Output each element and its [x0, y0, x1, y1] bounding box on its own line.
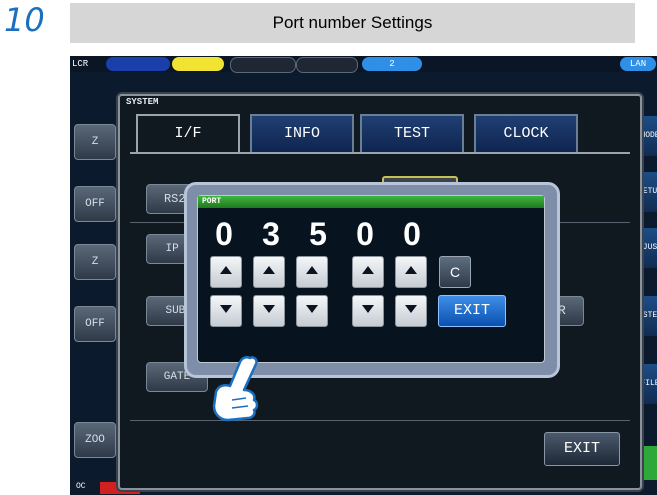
port-digit-3: 5 — [309, 216, 327, 252]
digit-2-up-button[interactable] — [253, 256, 285, 288]
bg-zoom-button: ZOO — [74, 422, 116, 458]
topbar-number: 2 — [362, 57, 422, 71]
status-pill — [106, 57, 170, 71]
port-dialog: PORT 0 3 5 0 0 C EXIT — [197, 195, 545, 363]
port-dialog-title-bar: PORT — [198, 196, 544, 208]
digit-3-down-button[interactable] — [296, 295, 328, 327]
arrow-up-icon — [220, 266, 232, 274]
bg-off-button: OFF — [74, 306, 116, 342]
arrow-down-icon — [220, 305, 232, 313]
digit-2-down-button[interactable] — [253, 295, 285, 327]
bg-z-button: Z — [74, 124, 116, 160]
arrow-up-icon — [362, 266, 374, 274]
arrow-down-icon — [306, 305, 318, 313]
digit-4-down-button[interactable] — [352, 295, 384, 327]
port-digit-2: 3 — [262, 216, 280, 252]
bg-z-button: Z — [74, 244, 116, 280]
tab-info[interactable]: INFO — [250, 114, 354, 152]
lan-indicator: LAN — [620, 57, 656, 71]
arrow-down-icon — [405, 305, 417, 313]
instrument-screen: LCR 2 LAN Z OFF Z OFF ZOO MODE SETUP DJU… — [70, 56, 657, 495]
arrow-up-icon — [306, 266, 318, 274]
tab-divider — [130, 152, 630, 154]
digit-3-up-button[interactable] — [296, 256, 328, 288]
step-title: Port number Settings — [272, 13, 433, 32]
mode-label: LCR — [72, 57, 102, 71]
status-pill — [230, 57, 296, 73]
step-title-bar: Port number Settings — [70, 3, 635, 43]
bg-off-button: OFF — [74, 186, 116, 222]
pointing-hand-icon — [210, 355, 270, 431]
arrow-down-icon — [362, 305, 374, 313]
step-number: 10 — [4, 1, 45, 39]
system-dialog-title: SYSTEM — [126, 97, 159, 107]
status-pill — [296, 57, 358, 73]
digit-5-down-button[interactable] — [395, 295, 427, 327]
arrow-up-icon — [405, 266, 417, 274]
status-pill-yellow — [172, 57, 224, 71]
port-exit-button[interactable]: EXIT — [438, 295, 506, 327]
port-dialog-frame: PORT 0 3 5 0 0 C EXIT — [184, 182, 560, 378]
digit-5-up-button[interactable] — [395, 256, 427, 288]
tab-clock[interactable]: CLOCK — [474, 114, 578, 152]
port-digit-5: 0 — [403, 216, 421, 252]
digit-4-up-button[interactable] — [352, 256, 384, 288]
port-dialog-title: PORT — [202, 197, 222, 206]
system-exit-button[interactable]: EXIT — [544, 432, 620, 466]
top-status-bar: LCR 2 LAN — [70, 56, 657, 73]
arrow-up-icon — [263, 266, 275, 274]
clear-button[interactable]: C — [439, 256, 471, 288]
divider — [130, 420, 630, 421]
port-digit-4: 0 — [356, 216, 374, 252]
arrow-down-icon — [263, 305, 275, 313]
port-digit-1: 0 — [215, 216, 233, 252]
tab-if[interactable]: I/F — [136, 114, 240, 152]
tab-test[interactable]: TEST — [360, 114, 464, 152]
digit-1-up-button[interactable] — [210, 256, 242, 288]
digit-1-down-button[interactable] — [210, 295, 242, 327]
